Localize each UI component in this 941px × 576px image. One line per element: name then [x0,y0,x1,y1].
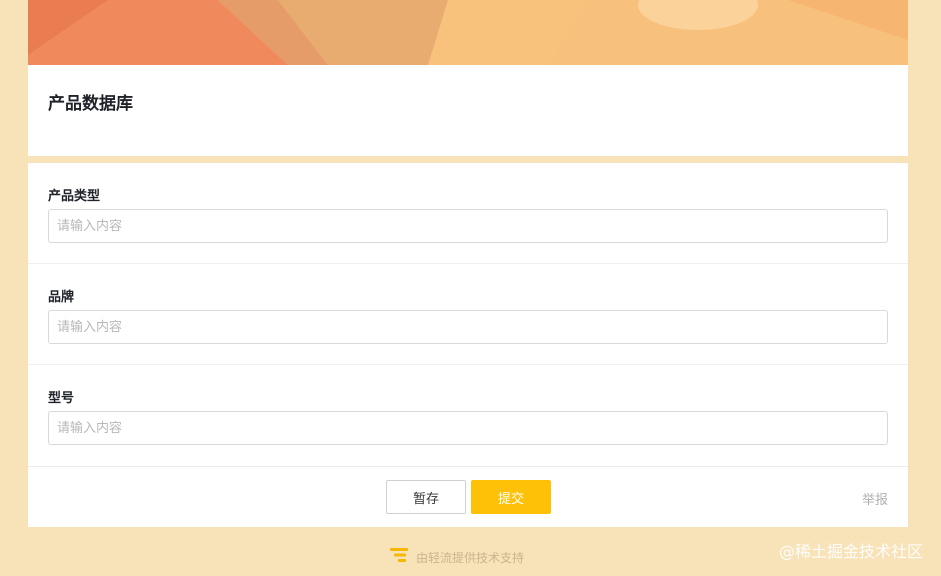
form-title: 产品数据库 [48,94,133,114]
header-banner [28,0,908,65]
powered-by-text: 由轻流提供技术支持 [416,550,525,565]
save-draft-button[interactable]: 暂存 [386,480,466,514]
powered-by[interactable]: 由轻流提供技术支持 [390,548,524,566]
form-action-bar: 暂存 提交 举报 [28,466,908,527]
field-label: 品牌 [48,290,75,305]
submit-button[interactable]: 提交 [471,480,551,514]
watermark-text: @稀土掘金技术社区 [778,542,923,561]
field-label: 型号 [48,391,75,406]
product-type-input[interactable] [48,209,888,243]
field-label: 产品类型 [48,189,101,204]
model-input[interactable] [48,411,888,445]
field-product-type: 产品类型 [28,163,908,264]
qingflow-logo-icon [390,547,410,567]
brand-input[interactable] [48,310,888,344]
form-page: 产品数据库 产品类型 品牌 型号 暂存 提交 举报 由轻流提 [0,0,941,576]
field-brand: 品牌 [28,264,908,365]
form-body: 产品类型 品牌 型号 暂存 提交 举报 [28,163,908,527]
form-title-card: 产品数据库 [28,65,908,156]
report-link[interactable]: 举报 [862,489,888,508]
field-model: 型号 [28,365,908,466]
